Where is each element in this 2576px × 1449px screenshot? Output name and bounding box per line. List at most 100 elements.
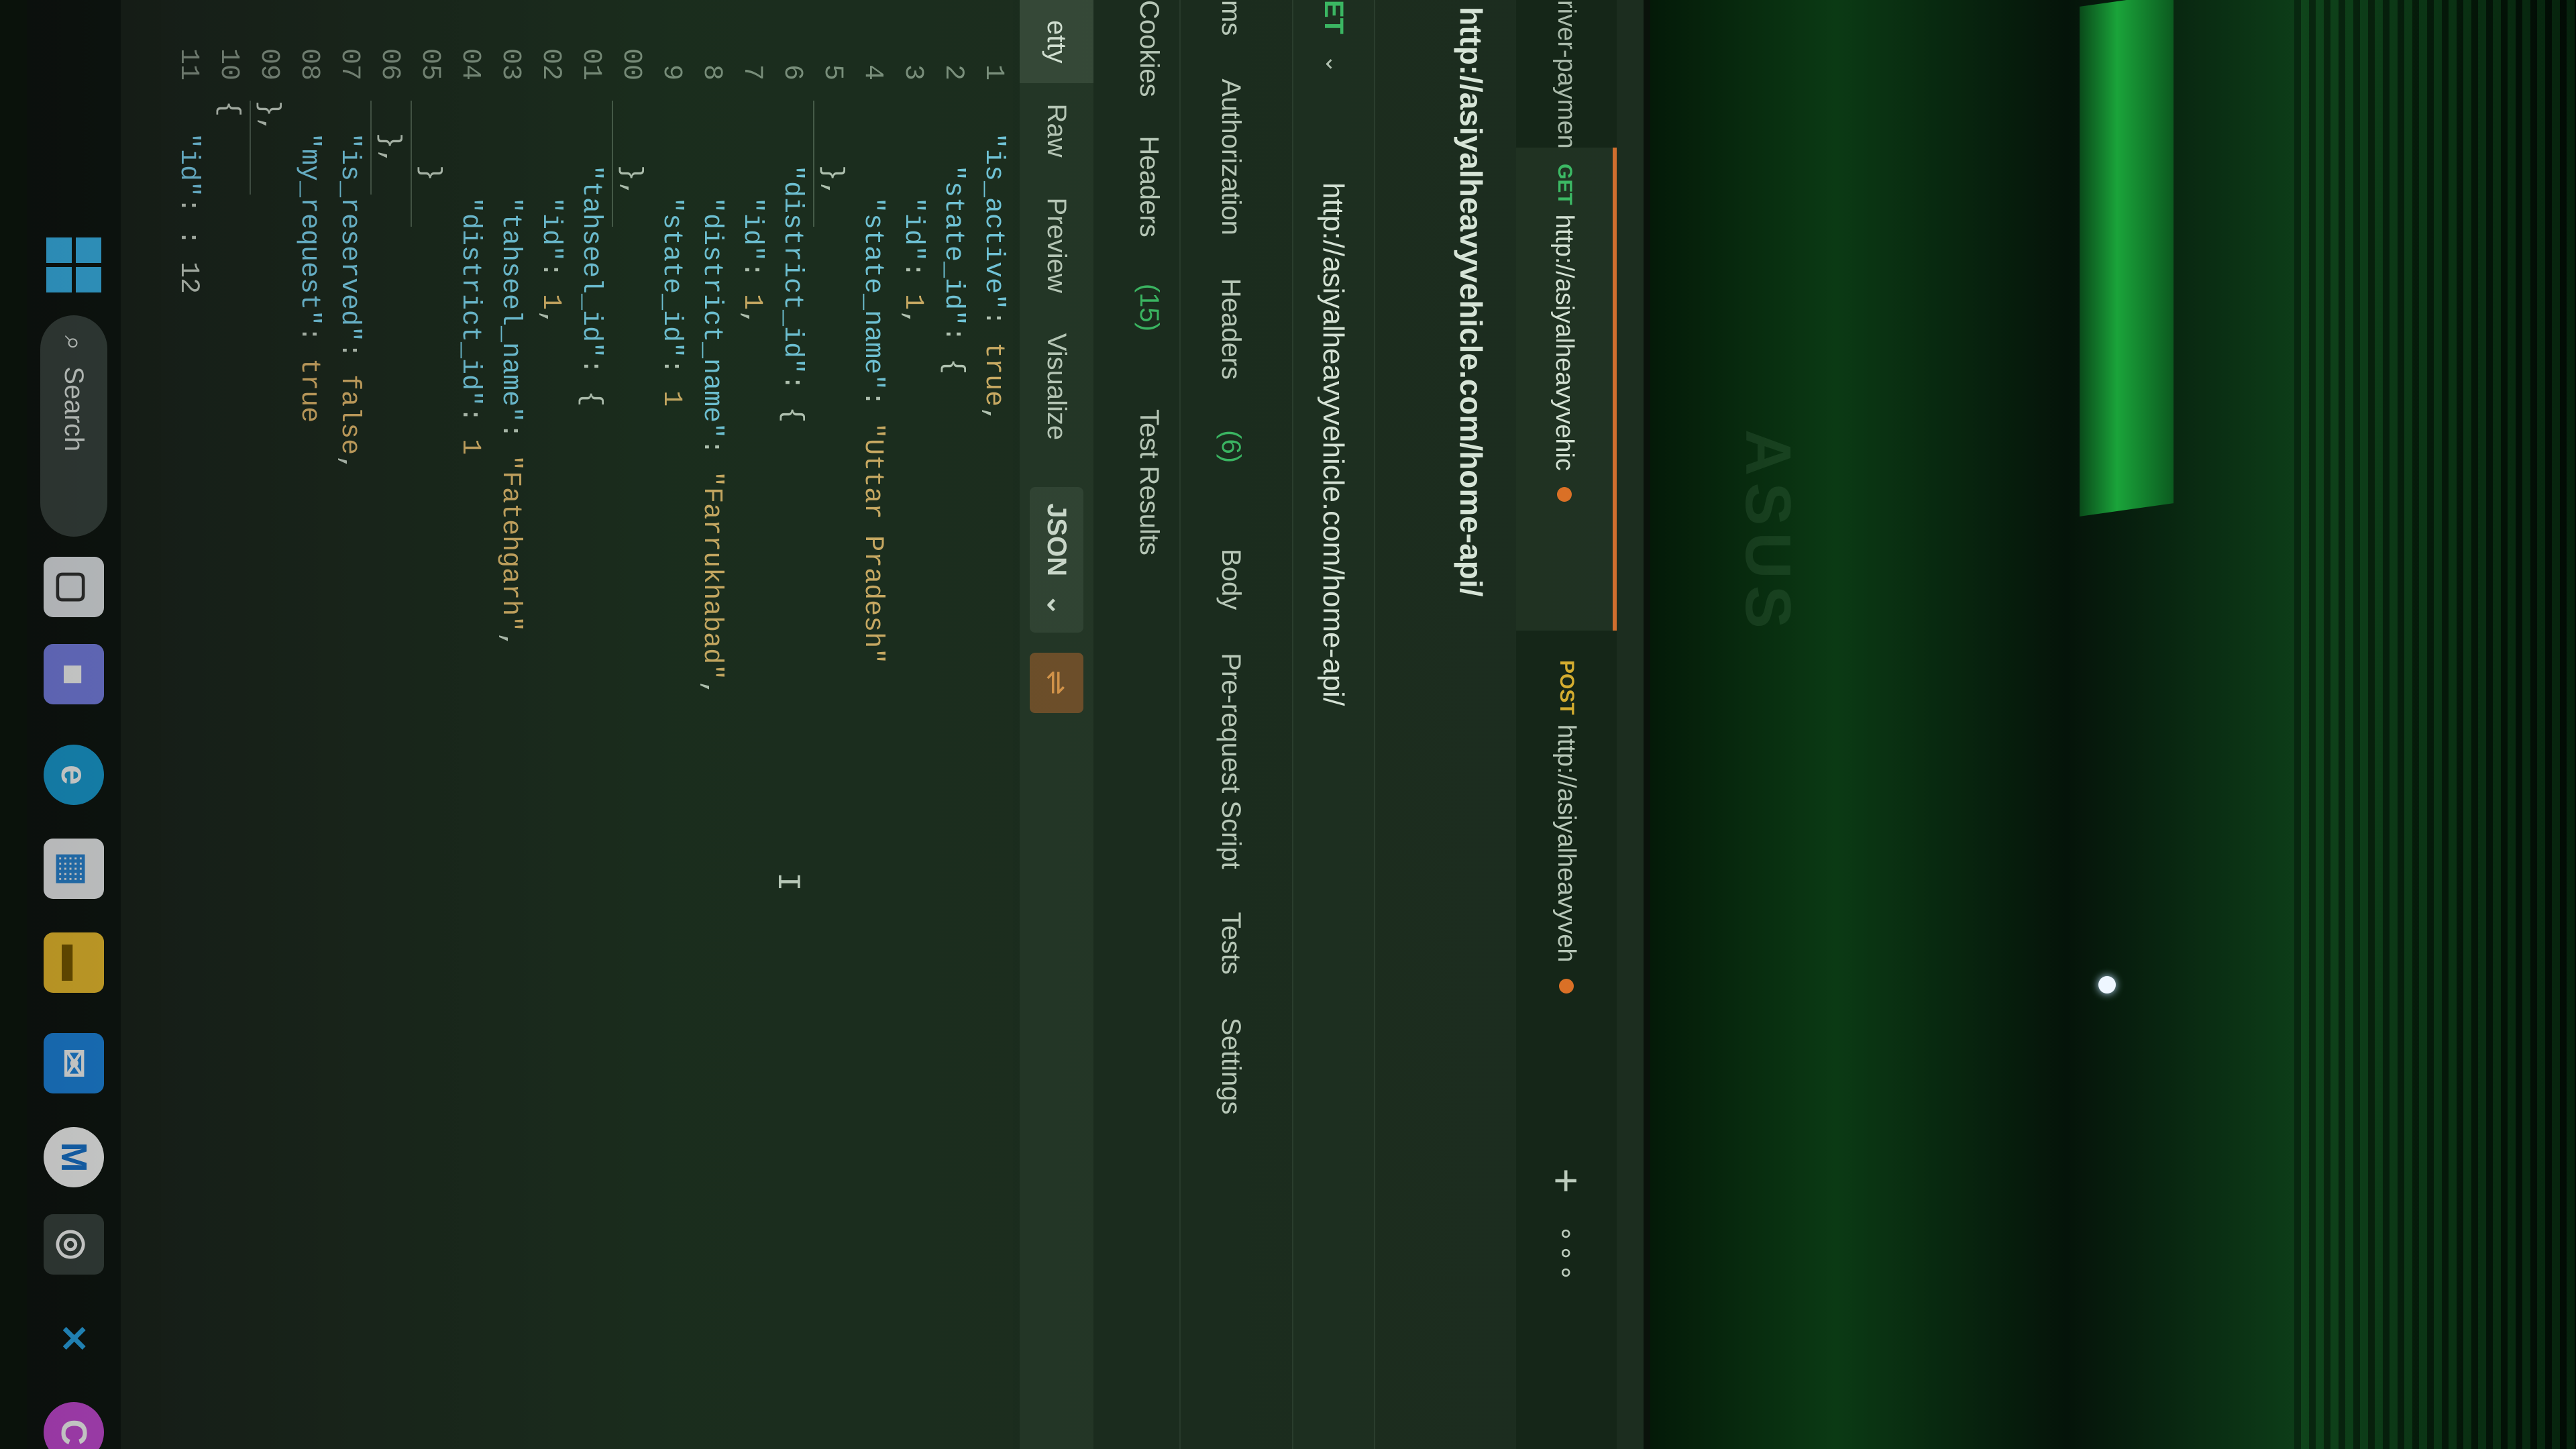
json-punctuation: } [415,165,445,182]
tab-label: http://asiyalheavyvehic [1550,214,1579,471]
response-headers-count: (15) [1134,283,1165,331]
tab-strip: river-paymenthandler/ GET http://asiyalh… [1516,0,1617,1449]
laptop-vent-pattern [2294,0,2576,1449]
line-number: 09 [254,48,284,80]
url-input[interactable] [1307,181,1359,1391]
line-number: 1 [978,64,1008,80]
text-cursor-icon: I [769,872,805,892]
request-tabs: ms Authorization Headers (6) Body Pre-re… [1201,0,1261,1449]
power-led [2098,976,2116,994]
code-line: "state_name": "Uttar Pradesh" [857,197,888,665]
json-punctuation: { [576,390,606,407]
unsaved-dot-icon [1557,487,1572,502]
search-icon: ⌕ [59,335,89,351]
chrome-icon[interactable]: ◎ [44,1214,104,1275]
json-punctuation: , [696,680,727,697]
headers-count: (6) [1216,430,1246,464]
tab-headers-label: Headers [1216,278,1246,380]
json-value: 1 [535,294,566,311]
json-key: "id" [898,197,928,262]
method-label: ET [1319,0,1349,35]
tab-get-home-api[interactable]: GET http://asiyalheavyvehic [1516,148,1617,631]
mail-icon[interactable]: ✉ [44,1033,104,1093]
tab-body[interactable]: Body [1216,549,1246,610]
view-raw[interactable]: Raw [1020,83,1093,177]
line-number: 03 [495,48,525,80]
indent-guide [370,101,372,195]
taskbar-search[interactable]: ⌕ Search [40,315,107,537]
tab-response-headers-label: Headers [1134,136,1165,237]
line-number: 11 [173,48,203,80]
line-number: 7 [737,64,767,80]
tab-label: http://asiyalheavyveh [1552,724,1581,963]
line-number-gutter: 1 2 3 4 5 6 7 8 9 00 01 02 03 04 05 06 07 08 09 10 11 [161,0,1013,87]
view-preview[interactable]: Preview [1020,178,1093,313]
json-punctuation: { [777,407,807,423]
tab-response-headers[interactable]: Headers (15) [1134,136,1165,370]
json-value: "Fatehgarh" [495,455,525,633]
json-key: "district_id" [455,197,485,407]
tab-prerequest-script[interactable]: Pre-request Script [1216,653,1246,869]
tab-tests[interactable]: Tests [1216,912,1246,975]
chevron-down-icon: ⌄ [1321,54,1346,74]
indent-guide [813,101,814,227]
format-select[interactable]: JSON ⌄ [1030,487,1083,633]
files-icon[interactable]: ▢ [44,557,104,617]
json-value: 1 [656,390,686,407]
code-line: "id": 1, [737,197,767,327]
tab-post-request[interactable]: POST http://asiyalheavyveh [1516,644,1617,1127]
wrap-lines-icon[interactable]: ⇌ [1030,652,1083,713]
json-punctuation: , [737,310,767,327]
json-value: 1 [898,294,928,311]
windows-taskbar: ⌕ Search ▢ ■ e ▦ ▬ ✉ M ◎ ✕ C [27,0,121,1449]
json-value: true [294,358,324,423]
code-line: "id": : 12 [173,133,203,294]
windows-start-icon[interactable] [44,235,104,295]
json-key: "id" [737,197,767,262]
line-number: 02 [535,48,566,80]
tab-settings[interactable]: Settings [1216,1018,1246,1115]
tab-params[interactable]: ms [1216,0,1246,36]
indent-guide [411,101,412,227]
more-tabs-icon[interactable]: ∘∘∘ [1516,1225,1617,1283]
code-line: "district_name": "Farrukhabad", [696,197,727,697]
meet-icon[interactable]: M [44,1127,104,1187]
view-visualize[interactable]: Visualize [1020,313,1093,460]
tab-paymenthandler[interactable]: river-paymenthandler/ [1516,0,1617,248]
vscode-icon[interactable]: ✕ [44,1308,104,1368]
response-body-toolbar: etty Raw Preview Visualize JSON ⌄ ⇌ [1020,0,1093,1449]
json-key: "tahseel_name" [495,197,525,423]
json-value: 1 [455,439,485,455]
teams-icon[interactable]: ■ [44,644,104,704]
tab-authorization[interactable]: Authorization [1216,78,1246,235]
code-line: "is_active": true, [978,133,1008,423]
code-line: "tahseel_id": { [576,165,606,407]
format-label: JSON [1042,503,1072,577]
json-punctuation: }, [616,165,646,198]
code-line: }, [812,165,852,197]
tab-cookies[interactable]: Cookies [1134,0,1165,97]
folder-icon[interactable]: ▬ [44,932,104,993]
line-number: 3 [898,64,928,80]
json-key: "id" [173,133,203,198]
tab-test-results[interactable]: Test Results [1134,409,1165,555]
store-icon[interactable]: ▦ [44,839,104,899]
json-value: false [334,374,364,455]
request-title[interactable]: http://asiyalheavyvehicle.com/home-api/ [1453,7,1489,596]
tab-headers[interactable]: Headers (6) [1216,278,1246,506]
chevron-down-icon: ⌄ [1042,594,1071,616]
json-punctuation: , [495,632,525,649]
response-body-editor[interactable]: 1 2 3 4 5 6 7 8 9 00 01 02 03 04 05 06 07 08 09 10 11 "is_ac… [161,0,1013,1449]
json-key: "tahseel_id" [576,165,606,359]
method-select[interactable]: ET ⌄ [1293,0,1374,154]
edge-icon[interactable]: e [44,745,104,805]
new-tab-plus-icon[interactable]: + [1516,1154,1617,1208]
json-punctuation: { [938,358,968,375]
json-key: "state_id" [656,197,686,359]
canva-icon[interactable]: C [44,1402,104,1449]
json-punctuation: { [213,101,244,117]
code-line: "id": 1, [898,197,928,327]
view-pretty[interactable]: etty [1020,0,1093,84]
code-line: { [208,101,248,117]
json-punctuation: : 12 [173,229,203,294]
